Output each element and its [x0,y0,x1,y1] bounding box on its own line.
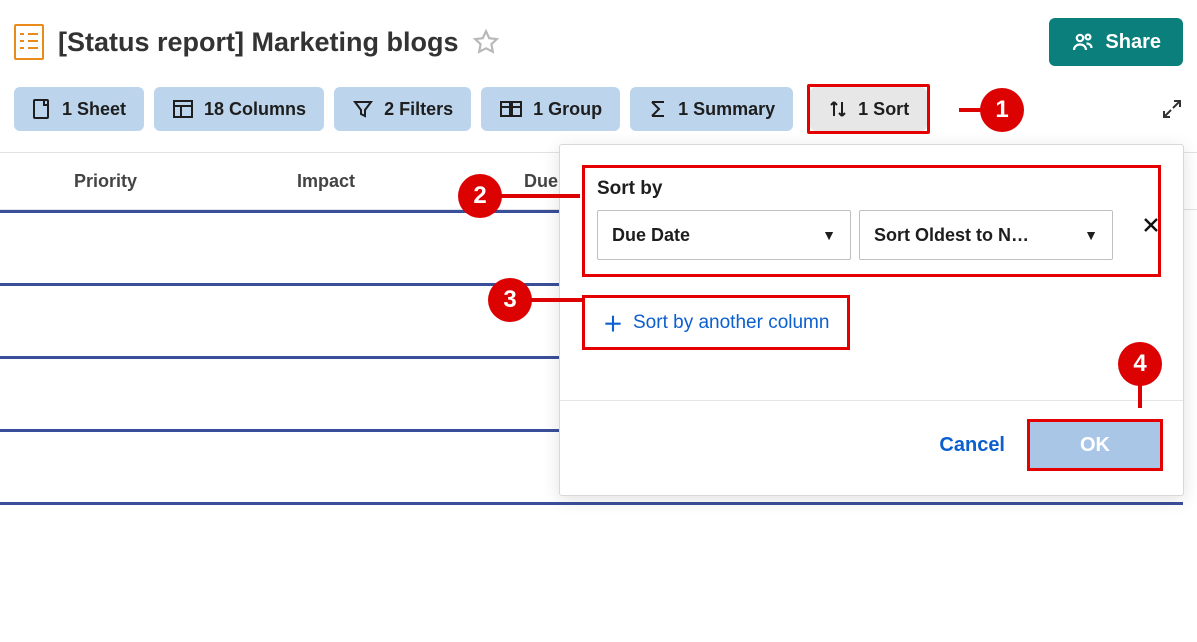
sort-rule-row: Due Date ▼ Sort Oldest to N… ▼ [597,210,1146,260]
report-icon [14,24,44,60]
sort-by-label: Sort by [597,178,1146,200]
chevron-down-icon: ▼ [822,227,836,243]
sort-label: 1 Sort [858,99,909,120]
sort-direction-value: Sort Oldest to N… [874,225,1029,246]
columns-chip[interactable]: 18 Columns [154,87,324,131]
sort-chip[interactable]: 1 Sort [810,87,927,131]
callout-connector [530,298,584,302]
group-chip[interactable]: 1 Group [481,87,620,131]
callout-1: 1 [980,88,1024,132]
page-header: [Status report] Marketing blogs Share [0,0,1197,76]
sort-column-select[interactable]: Due Date ▼ [597,210,851,260]
sort-icon [828,99,848,119]
callout-connector [500,194,580,198]
filter-icon [352,99,374,119]
share-label: Share [1105,31,1161,54]
close-icon [1142,216,1160,234]
sheet-chip[interactable]: 1 Sheet [14,87,144,131]
filters-label: 2 Filters [384,99,453,120]
summary-label: 1 Summary [678,99,775,120]
group-icon [499,99,523,119]
column-priority[interactable]: Priority [74,171,297,192]
callout-4: 4 [1118,342,1162,386]
add-sort-button[interactable]: ＋ Sort by another column [585,298,847,347]
sheet-icon [32,98,52,120]
ok-button-highlight: OK [1027,419,1163,471]
share-button[interactable]: Share [1049,18,1183,66]
remove-sort-button[interactable] [1133,207,1169,243]
columns-label: 18 Columns [204,99,306,120]
chevron-down-icon: ▼ [1084,227,1098,243]
add-sort-highlight: ＋ Sort by another column [582,295,850,350]
callout-2: 2 [458,174,502,218]
group-label: 1 Group [533,99,602,120]
filters-chip[interactable]: 2 Filters [334,87,471,131]
people-icon [1071,30,1095,54]
callout-3: 3 [488,278,532,322]
sigma-icon [648,99,668,119]
sheet-label: 1 Sheet [62,99,126,120]
sort-popover-footer: Cancel OK [560,400,1183,495]
columns-icon [172,99,194,119]
sort-popover: Sort by Due Date ▼ Sort Oldest to N… ▼ ＋… [559,144,1184,496]
callout-connector [1138,384,1142,408]
page-title: [Status report] Marketing blogs [58,27,459,58]
sort-chip-highlight: 1 Sort [807,84,930,134]
sort-column-value: Due Date [612,225,690,246]
expand-icon[interactable] [1161,98,1183,120]
plus-icon: ＋ [603,308,623,337]
group-separator [0,502,1183,505]
star-icon[interactable] [473,29,499,55]
sort-direction-select[interactable]: Sort Oldest to N… ▼ [859,210,1113,260]
add-sort-label: Sort by another column [633,312,829,334]
ok-button[interactable]: OK [1030,422,1160,468]
sort-rule-highlight: Sort by Due Date ▼ Sort Oldest to N… ▼ [582,165,1161,277]
sort-popover-body: Sort by Due Date ▼ Sort Oldest to N… ▼ ＋… [560,145,1183,360]
cancel-button[interactable]: Cancel [931,424,1013,467]
summary-chip[interactable]: 1 Summary [630,87,793,131]
